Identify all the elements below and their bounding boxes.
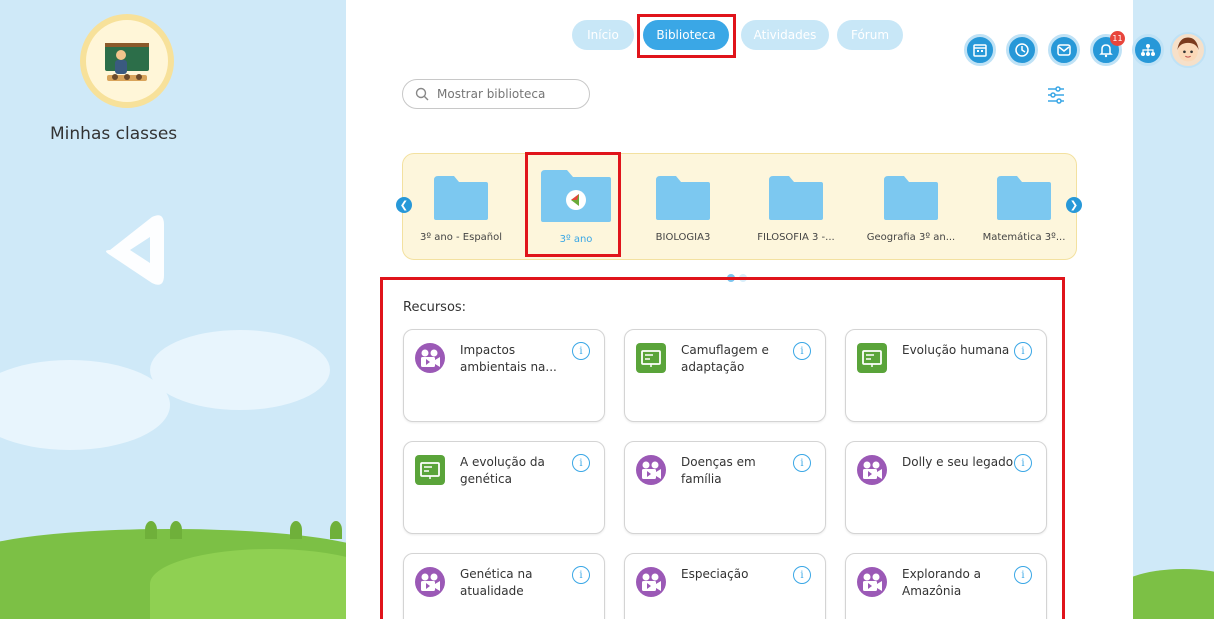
info-icon[interactable]: i	[1014, 566, 1032, 584]
resource-title: Especiação	[681, 567, 749, 581]
video-icon	[414, 342, 446, 374]
clock-icon	[1015, 43, 1029, 57]
folder-icon	[997, 176, 1051, 220]
folder-label: Geografia 3º an...	[866, 232, 956, 243]
notification-badge: 11	[1110, 31, 1125, 46]
carousel-next-button[interactable]: ❯	[1066, 197, 1082, 213]
grass-decoration	[330, 521, 342, 539]
highlight-box	[637, 14, 736, 58]
resource-card[interactable]: Genética na atualidade i	[403, 553, 605, 619]
resource-card[interactable]: A evolução da genética i	[403, 441, 605, 534]
filter-icon[interactable]	[1045, 84, 1067, 106]
resource-card[interactable]: Explorando a Amazônia i	[845, 553, 1047, 619]
presentation-icon	[635, 342, 667, 374]
user-avatar[interactable]	[1170, 32, 1206, 68]
video-icon	[856, 454, 888, 486]
profile-face-icon	[1177, 37, 1199, 62]
grass-decoration	[145, 521, 157, 539]
info-icon[interactable]: i	[572, 454, 590, 472]
resource-card[interactable]: Especiação i	[624, 553, 826, 619]
chevron-left-icon: ❮	[399, 199, 409, 211]
folder-item[interactable]: BIOLOGIA3	[643, 154, 723, 261]
folder-icon	[769, 176, 823, 220]
resource-card[interactable]: Camuflagem e adaptação i	[624, 329, 826, 422]
resource-title: Camuflagem e adaptação	[681, 343, 769, 374]
grass-decoration	[170, 521, 182, 539]
info-icon[interactable]: i	[572, 342, 590, 360]
resource-card[interactable]: Evolução humana i	[845, 329, 1047, 422]
resource-title: Impactos ambientais na...	[460, 343, 557, 374]
mail-icon	[1057, 44, 1071, 56]
messages-button[interactable]	[1048, 34, 1080, 66]
resource-title: Doenças em família	[681, 455, 756, 486]
history-button[interactable]	[1006, 34, 1038, 66]
folder-label: FILOSOFIA 3 -...	[757, 232, 835, 243]
folder-icon	[884, 176, 938, 220]
info-icon[interactable]: i	[572, 566, 590, 584]
org-chart-button[interactable]	[1132, 34, 1164, 66]
resources-heading: Recursos:	[403, 300, 467, 315]
resource-card[interactable]: Doenças em família i	[624, 441, 826, 534]
calendar-icon	[973, 44, 987, 57]
folder-label: 3º ano - Español	[419, 232, 503, 243]
calendar-button[interactable]	[964, 34, 996, 66]
resource-card[interactable]: Impactos ambientais na... i	[403, 329, 605, 422]
resource-title: Dolly e seu legado	[902, 455, 1014, 469]
cloud-decoration	[150, 330, 330, 410]
info-icon[interactable]: i	[1014, 342, 1032, 360]
folder-item[interactable]: Matemática 3º...	[979, 154, 1069, 261]
my-classes-title[interactable]: Minhas classes	[50, 124, 177, 144]
search-icon	[415, 87, 429, 101]
info-icon[interactable]: i	[1014, 454, 1032, 472]
grass-hill	[1133, 569, 1214, 619]
carousel-prev-button[interactable]: ❮	[396, 197, 412, 213]
folder-label: BIOLOGIA3	[655, 232, 711, 243]
tab-atividades[interactable]: Atividades	[741, 20, 829, 50]
grass-decoration	[290, 521, 302, 539]
folder-item[interactable]: FILOSOFIA 3 -...	[755, 154, 837, 261]
resource-title: Evolução humana	[902, 343, 1010, 357]
folder-icon	[434, 176, 488, 220]
classroom-icon	[105, 43, 149, 81]
video-icon	[856, 566, 888, 598]
bell-icon	[1099, 44, 1113, 58]
tab-inicio[interactable]: Início	[572, 20, 634, 50]
folder-carousel: 3º ano - Español 3º ano BIOLOGIA3 FILOSO…	[402, 153, 1077, 260]
tab-forum[interactable]: Fórum	[837, 20, 903, 50]
resource-title: Genética na atualidade	[460, 567, 533, 598]
folder-label: Matemática 3º...	[982, 232, 1066, 243]
folder-item[interactable]: Geografia 3º an...	[865, 154, 957, 261]
video-icon	[414, 566, 446, 598]
video-icon	[635, 454, 667, 486]
video-icon	[635, 566, 667, 598]
resource-title: A evolução da genética	[460, 455, 545, 486]
highlight-box	[525, 152, 621, 257]
info-icon[interactable]: i	[793, 454, 811, 472]
class-avatar[interactable]	[80, 14, 174, 108]
search-input[interactable]	[437, 87, 577, 101]
cloud-decoration	[0, 360, 170, 450]
info-icon[interactable]: i	[793, 342, 811, 360]
resource-card[interactable]: Dolly e seu legado i	[845, 441, 1047, 534]
folder-item[interactable]: 3º ano - Español	[419, 154, 503, 261]
notifications-button[interactable]: 11	[1090, 31, 1125, 66]
folder-icon	[656, 176, 710, 220]
right-background	[1133, 0, 1214, 619]
presentation-icon	[414, 454, 446, 486]
resource-title: Explorando a Amazônia	[902, 567, 981, 598]
left-sidebar: Minhas classes	[0, 0, 346, 619]
chevron-right-icon: ❯	[1069, 199, 1079, 211]
app-logo-icon	[106, 215, 164, 285]
org-chart-icon	[1141, 44, 1155, 56]
presentation-icon	[856, 342, 888, 374]
info-icon[interactable]: i	[793, 566, 811, 584]
library-search[interactable]	[402, 79, 590, 109]
